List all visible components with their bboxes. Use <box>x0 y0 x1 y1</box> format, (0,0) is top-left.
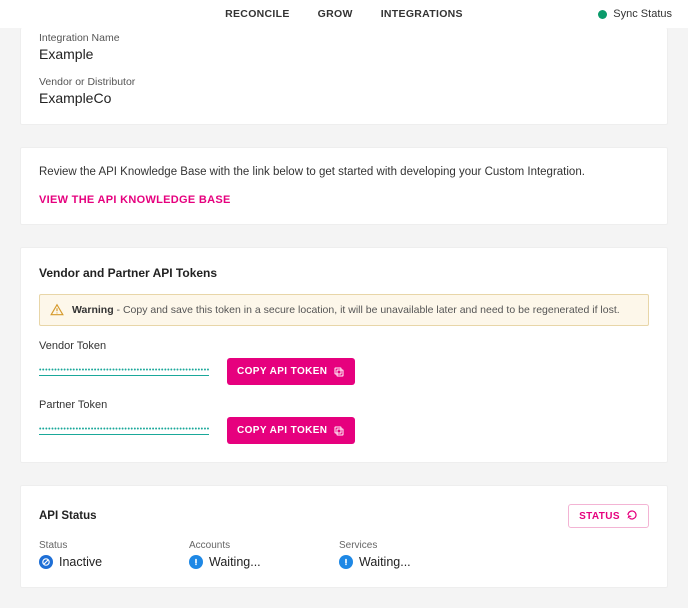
accounts-value: Waiting... <box>209 555 261 569</box>
knowledge-base-card: Review the API Knowledge Base with the l… <box>20 147 668 225</box>
integration-name-field: Integration Name Example <box>39 32 649 62</box>
vendor-field: Vendor or Distributor ExampleCo <box>39 76 649 106</box>
api-status-card: API Status STATUS Status Inactive Accou <box>20 485 668 588</box>
status-col-status: Status Inactive <box>39 540 129 569</box>
warning-body: - Copy and save this token in a secure l… <box>114 304 620 316</box>
kb-link[interactable]: VIEW THE API KNOWLEDGE BASE <box>39 194 231 206</box>
sync-status-label: Sync Status <box>613 8 672 20</box>
top-nav: RECONCILE GROW INTEGRATIONS <box>225 8 463 20</box>
partner-token-label: Partner Token <box>39 399 649 411</box>
nav-reconcile[interactable]: RECONCILE <box>225 8 290 20</box>
vendor-token-row: Vendor Token •••••••••••••••••••••••••••… <box>39 340 649 385</box>
copy-icon <box>333 366 345 378</box>
tokens-title: Vendor and Partner API Tokens <box>39 266 649 280</box>
status-refresh-button[interactable]: STATUS <box>568 504 649 528</box>
copy-vendor-token-button[interactable]: COPY API TOKEN <box>227 358 355 385</box>
status-value: Inactive <box>59 555 102 569</box>
status-dot-icon <box>598 10 607 19</box>
warning-text: Warning - Copy and save this token in a … <box>72 304 620 316</box>
status-col-services: Services Waiting... <box>339 540 429 569</box>
tokens-card: Vendor and Partner API Tokens Warning - … <box>20 247 668 463</box>
vendor-token-label: Vendor Token <box>39 340 649 352</box>
api-status-title: API Status <box>39 510 97 522</box>
partner-token-row: Partner Token ••••••••••••••••••••••••••… <box>39 399 649 444</box>
copy-icon <box>333 425 345 437</box>
vendor-value: ExampleCo <box>39 90 649 106</box>
status-col-label: Status <box>39 540 129 551</box>
top-bar: RECONCILE GROW INTEGRATIONS Sync Status <box>0 0 688 28</box>
inactive-icon <box>39 555 53 569</box>
partner-token-mask: ••••••••••••••••••••••••••••••••••••••••… <box>39 426 209 435</box>
waiting-icon <box>339 555 353 569</box>
accounts-col-label: Accounts <box>189 540 279 551</box>
copy-button-label: COPY API TOKEN <box>237 366 327 377</box>
services-col-label: Services <box>339 540 429 551</box>
nav-grow[interactable]: GROW <box>318 8 353 20</box>
integration-name-value: Example <box>39 46 649 62</box>
copy-partner-token-button[interactable]: COPY API TOKEN <box>227 417 355 444</box>
integration-name-label: Integration Name <box>39 32 649 44</box>
sync-status[interactable]: Sync Status <box>598 8 672 20</box>
waiting-icon <box>189 555 203 569</box>
kb-description: Review the API Knowledge Base with the l… <box>39 166 649 178</box>
vendor-token-mask: ••••••••••••••••••••••••••••••••••••••••… <box>39 367 209 376</box>
copy-button-label: COPY API TOKEN <box>237 425 327 436</box>
warning-label: Warning <box>72 304 114 316</box>
token-warning-alert: Warning - Copy and save this token in a … <box>39 294 649 326</box>
vendor-label: Vendor or Distributor <box>39 76 649 88</box>
status-grid: Status Inactive Accounts Waiting... <box>39 540 649 569</box>
warning-icon <box>50 303 64 317</box>
services-value: Waiting... <box>359 555 411 569</box>
refresh-icon <box>626 509 638 524</box>
status-col-accounts: Accounts Waiting... <box>189 540 279 569</box>
status-button-label: STATUS <box>579 511 620 522</box>
nav-integrations[interactable]: INTEGRATIONS <box>381 8 463 20</box>
page-content: Integration Name Example Vendor or Distr… <box>0 28 688 608</box>
integration-details-card: Integration Name Example Vendor or Distr… <box>20 28 668 125</box>
